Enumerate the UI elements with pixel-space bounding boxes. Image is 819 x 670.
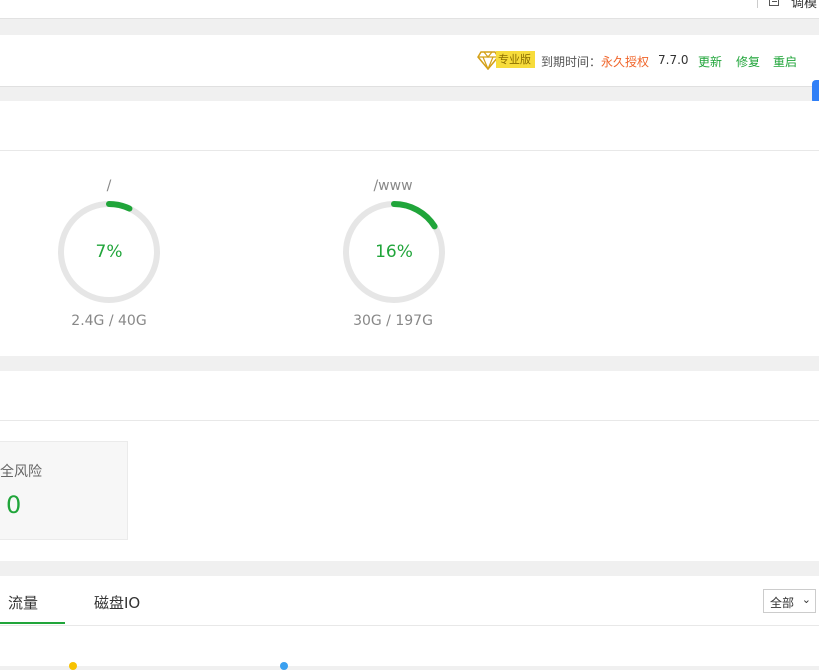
range-select-value: 全部 [770, 596, 795, 610]
disk-usage-percent: 16% [375, 242, 413, 262]
expiry-value: 永久授权 [601, 55, 650, 69]
chevron-down-icon: ⌄ [801, 593, 811, 606]
traffic-panel [0, 576, 819, 666]
risk-count: 0 [6, 491, 22, 519]
top-right-link[interactable]: 调模 [791, 0, 817, 11]
top-divider [757, 0, 758, 8]
disk-size-text: 2.4G / 40G [71, 313, 147, 329]
disk-panel-divider [0, 150, 819, 151]
tabs-divider [0, 625, 819, 626]
header-bar [0, 35, 819, 87]
legend-dot-download [280, 662, 288, 670]
disk-size-text: 30G / 197G [353, 313, 433, 329]
disk-mount-name: / [106, 178, 112, 194]
legend-dot-upload [69, 662, 77, 670]
expiry-label: 到期时间： [541, 55, 602, 69]
tab-disk-io[interactable]: 磁盘IO [94, 592, 140, 613]
disk-mount-name: /www [373, 178, 413, 194]
top-bar [0, 0, 819, 19]
tab-traffic[interactable]: 流量 [8, 592, 38, 613]
version-text: 7.7.0 [658, 53, 689, 67]
restart-link[interactable]: 重启 [773, 53, 797, 70]
update-link[interactable]: 更新 [698, 53, 722, 70]
range-select[interactable]: 全部 ⌄ [763, 589, 816, 613]
pro-edition-badge: 专业版 [496, 51, 535, 68]
security-panel-divider [0, 420, 819, 421]
repair-link[interactable]: 修复 [736, 53, 760, 70]
active-tab-indicator [0, 622, 65, 624]
risk-label: 全风险 [0, 464, 42, 480]
disk-usage-percent: 7% [95, 242, 123, 262]
log-icon[interactable] [769, 0, 779, 6]
